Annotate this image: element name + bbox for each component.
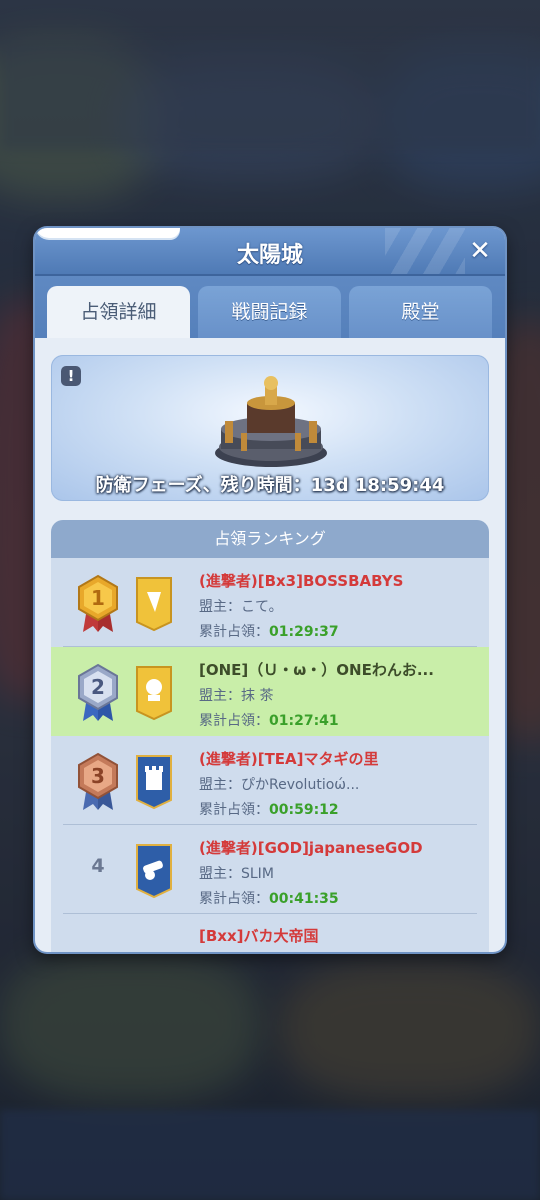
- tab-bar: 占領詳細 戦闘記録 殿堂: [35, 276, 505, 338]
- tab-hall-of-fame[interactable]: 殿堂: [349, 286, 492, 338]
- occupation-ranking: 占領ランキング 1 (進撃者)[Bx3]BOSSBABYS 盟主：こて。 累計占…: [51, 520, 489, 952]
- ranking-row[interactable]: 4 (進撃者)[GOD]japaneseGOD 盟主：SLIM 累計占領：00:…: [51, 825, 489, 914]
- rank-number: 4: [91, 855, 105, 877]
- silver-medal-icon: 2: [78, 663, 118, 721]
- ranking-row[interactable]: 1 (進撃者)[Bx3]BOSSBABYS 盟主：こて。 累計占領：01:29:…: [51, 558, 489, 647]
- modal-header: 太陽城 ✕: [35, 228, 505, 276]
- ranking-row[interactable]: 3 (進撃者)[TEA]マタギの里 盟主：ぴかRevolutioώ... 累計占…: [51, 736, 489, 825]
- modal-title: 太陽城: [236, 243, 303, 268]
- tab-battle-records[interactable]: 戦闘記録: [198, 286, 341, 338]
- occupation-time: 累計占領：00:41:35: [199, 891, 339, 907]
- ranking-row[interactable]: 2 [ONE]（Ｕ・ω・）ONEわんお... 盟主：抹 茶 累計占領：01:27…: [51, 647, 489, 736]
- bronze-medal-icon: 3: [78, 752, 118, 810]
- guild-name: (進撃者)[TEA]マタギの里: [199, 750, 379, 768]
- castle-modal: 太陽城 ✕ 占領詳細 戦闘記録 殿堂 ! 防衛フェーズ、残り時間：13d 18:…: [35, 228, 505, 952]
- guild-name-partial: [Bxx]バカ大帝国: [199, 927, 319, 945]
- ranking-header: 占領ランキング: [51, 520, 489, 558]
- occupation-time: 累計占領：01:29:37: [199, 624, 339, 640]
- defense-phase-timer: 防衛フェーズ、残り時間：13d 18:59:44: [95, 475, 445, 496]
- guild-emblem-icon: [136, 666, 172, 721]
- guild-leader: 盟主：こて。: [199, 599, 283, 615]
- guild-emblem-icon: [136, 577, 172, 632]
- svg-text:2: 2: [91, 675, 105, 699]
- guild-leader: 盟主：SLIM: [199, 866, 274, 882]
- tab-occupation-details[interactable]: 占領詳細: [47, 286, 190, 338]
- info-icon[interactable]: !: [61, 366, 81, 386]
- castle-banner: ! 防衛フェーズ、残り時間：13d 18:59:44: [51, 355, 489, 501]
- guild-leader: 盟主：ぴかRevolutioώ...: [199, 777, 360, 793]
- guild-emblem-icon: [136, 755, 172, 810]
- gold-medal-icon: 1: [78, 574, 118, 632]
- guild-name: [ONE]（Ｕ・ω・）ONEわんお...: [199, 661, 434, 679]
- guild-emblem-icon: [136, 844, 172, 899]
- guild-leader: 盟主：抹 茶: [199, 688, 274, 704]
- sun-castle-image: [215, 376, 327, 467]
- svg-text:1: 1: [91, 586, 105, 610]
- guild-name: (進撃者)[Bx3]BOSSBABYS: [199, 572, 404, 590]
- occupation-time: 累計占領：00:59:12: [199, 802, 339, 818]
- close-icon[interactable]: ✕: [465, 236, 495, 266]
- svg-text:3: 3: [91, 764, 105, 788]
- guild-name: (進撃者)[GOD]japaneseGOD: [199, 839, 423, 857]
- occupation-time: 累計占領：01:27:41: [199, 713, 339, 729]
